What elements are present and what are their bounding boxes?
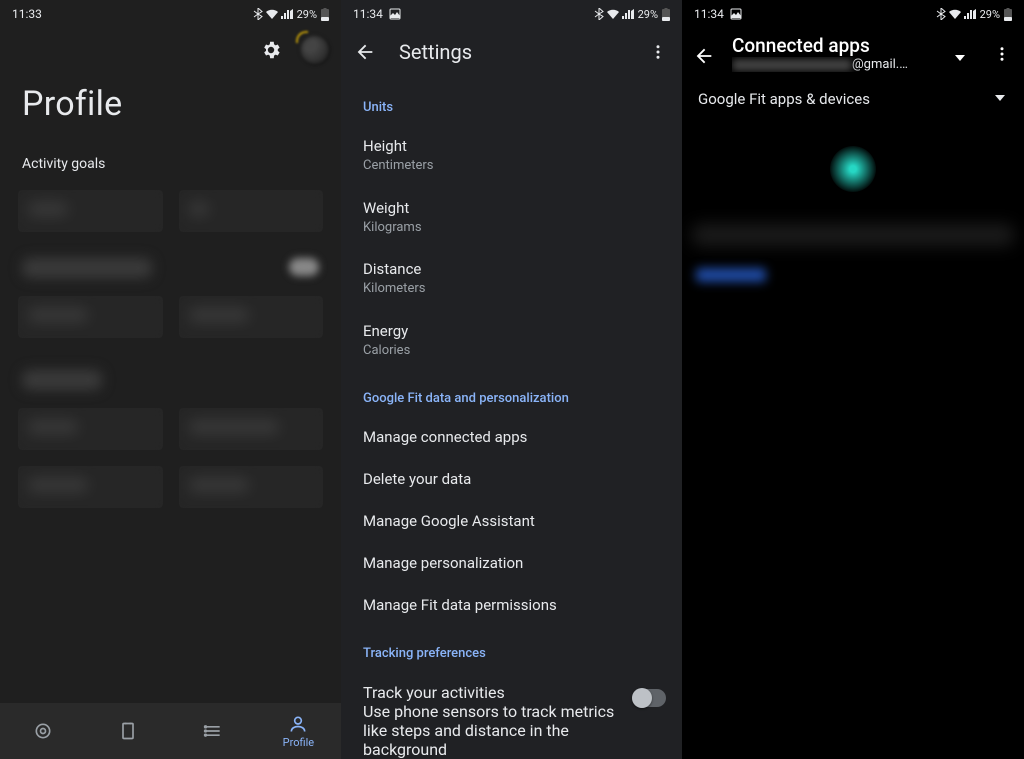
- screenshot-notif-icon: [730, 8, 742, 20]
- group-data-personalization: Google Fit data and personalization: [341, 371, 682, 416]
- connected-app-card: [682, 134, 1024, 334]
- nav-profile[interactable]: Profile: [256, 703, 341, 759]
- battery-icon: [321, 8, 329, 21]
- setting-energy[interactable]: Energy Calories: [341, 310, 682, 372]
- track-activities-toggle[interactable]: [632, 689, 666, 707]
- group-tracking: Tracking preferences: [341, 626, 682, 671]
- profile-screen: 11:33 29% Profile Activity goals: [0, 0, 341, 759]
- setting-weight[interactable]: Weight Kilograms: [341, 187, 682, 249]
- back-arrow-icon[interactable]: [690, 42, 718, 70]
- setting-distance[interactable]: Distance Kilometers: [341, 248, 682, 310]
- battery-text: 29%: [297, 8, 317, 21]
- battery-text: 29%: [638, 8, 658, 21]
- clock: 11:33: [12, 7, 42, 21]
- wifi-icon: [265, 8, 279, 20]
- overflow-menu-icon[interactable]: [644, 38, 672, 66]
- status-bar: 11:33 29%: [0, 0, 341, 28]
- battery-icon: [1004, 8, 1012, 21]
- account-dropdown-icon[interactable]: [946, 44, 974, 72]
- clock: 11:34: [694, 7, 724, 21]
- signal-icon: [622, 9, 634, 19]
- setting-manage-permissions[interactable]: Manage Fit data permissions: [341, 584, 682, 626]
- status-bar: 11:34 29%: [682, 0, 1024, 28]
- setting-track-activities[interactable]: Track your activities Use phone sensors …: [341, 671, 682, 759]
- connected-apps-screen: 11:34 29% Connected apps @gmail.… Google…: [682, 0, 1024, 759]
- nav-profile-label: Profile: [283, 736, 314, 749]
- page-title: Profile: [0, 66, 341, 134]
- clock: 11:34: [353, 7, 383, 21]
- nav-browse[interactable]: [171, 703, 256, 759]
- settings-screen: 11:34 29% Settings Units Height Centimet…: [341, 0, 682, 759]
- bluetooth-icon: [936, 8, 946, 20]
- setting-manage-assistant[interactable]: Manage Google Assistant: [341, 500, 682, 542]
- settings-gear-icon[interactable]: [257, 36, 285, 64]
- apps-filter-dropdown[interactable]: Google Fit apps & devices: [682, 72, 1024, 114]
- section-activity-goals: Activity goals: [0, 134, 341, 182]
- battery-icon: [662, 8, 670, 21]
- status-bar: 11:34 29%: [341, 0, 682, 28]
- back-arrow-icon[interactable]: [351, 38, 379, 66]
- setting-delete-data[interactable]: Delete your data: [341, 458, 682, 500]
- account-email: @gmail.…: [732, 57, 932, 72]
- nav-home[interactable]: [0, 703, 85, 759]
- group-units: Units: [341, 80, 682, 125]
- setting-height[interactable]: Height Centimeters: [341, 125, 682, 187]
- profile-avatar[interactable]: [299, 34, 331, 66]
- nav-journal[interactable]: [85, 703, 170, 759]
- signal-icon: [964, 9, 976, 19]
- bluetooth-icon: [253, 8, 263, 20]
- bluetooth-icon: [594, 8, 604, 20]
- setting-manage-personalization[interactable]: Manage personalization: [341, 542, 682, 584]
- app-icon: [830, 146, 876, 192]
- signal-icon: [281, 9, 293, 19]
- overflow-menu-icon[interactable]: [988, 40, 1016, 68]
- screenshot-notif-icon: [389, 8, 401, 20]
- app-link[interactable]: [696, 268, 766, 282]
- setting-manage-connected-apps[interactable]: Manage connected apps: [341, 416, 682, 458]
- bottom-nav: Profile: [0, 703, 341, 759]
- wifi-icon: [948, 8, 962, 20]
- wifi-icon: [606, 8, 620, 20]
- battery-text: 29%: [980, 8, 1000, 21]
- chevron-down-icon: [994, 90, 1006, 108]
- page-title: Connected apps: [732, 34, 932, 57]
- page-title: Settings: [399, 40, 472, 64]
